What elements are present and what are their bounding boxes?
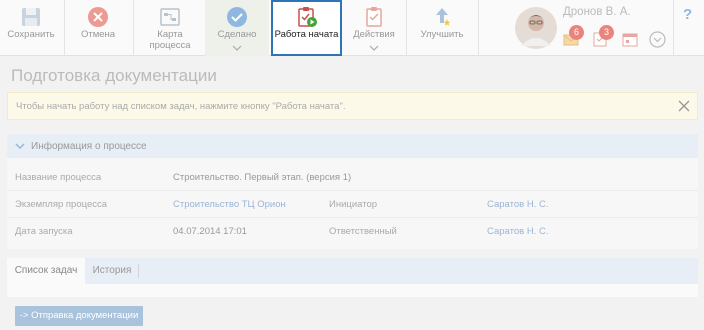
close-icon[interactable] <box>677 99 691 113</box>
divider <box>406 0 407 56</box>
process-info-panel: Информация о процессе Название процесса … <box>7 134 698 249</box>
process-map-icon <box>160 8 180 26</box>
save-icon <box>22 8 40 26</box>
info-row: Экземпляр процесса Строительство ТЦ Орио… <box>7 191 698 218</box>
process-info-header[interactable]: Информация о процессе <box>7 134 698 158</box>
chevron-down-icon <box>232 45 242 51</box>
row-label: Инициатор <box>329 199 378 210</box>
row-label: Ответственный <box>329 226 397 237</box>
done-button[interactable]: Сделано <box>205 0 269 56</box>
cancel-button[interactable]: Отмена <box>66 0 130 56</box>
tab-history[interactable]: История <box>87 258 137 284</box>
messages-badge: 6 <box>569 25 584 40</box>
cancel-label: Отмена <box>80 29 116 40</box>
page-title: Подготовка документации <box>11 66 217 85</box>
tab-content <box>7 284 698 297</box>
done-label: Сделано <box>217 29 257 40</box>
actions-button[interactable]: Действия <box>344 0 404 56</box>
clipboard-play-icon <box>297 7 317 27</box>
improve-arrow-star-icon <box>436 8 451 26</box>
close-circle-icon <box>88 7 108 27</box>
check-circle-icon <box>227 7 247 27</box>
toolbar: Сохранить Отмена Карта процесса Сделано <box>0 0 704 56</box>
tasks-badge: 3 <box>599 25 614 40</box>
tab-bar: Список задач История <box>7 258 698 284</box>
row-label: Экземпляр процесса <box>15 199 108 210</box>
process-info-title: Информация о процессе <box>31 141 147 152</box>
chevron-down-icon <box>369 45 379 51</box>
expand-circle-icon[interactable] <box>649 31 666 48</box>
row-label: Дата запуска <box>15 226 73 237</box>
divider <box>138 264 139 278</box>
divider <box>64 0 65 56</box>
user-name[interactable]: Дронов В. А. <box>563 6 631 18</box>
improve-label: Улучшить <box>420 29 464 40</box>
process-instance-link[interactable]: Строительство ТЦ Орион <box>173 199 286 210</box>
divider <box>478 0 479 56</box>
clipboard-check-icon <box>366 7 382 27</box>
save-label: Сохранить <box>7 29 55 40</box>
row-label: Название процесса <box>15 172 102 183</box>
notice-text: Чтобы начать работу над списком задач, н… <box>16 101 346 112</box>
initiator-link[interactable]: Саратов Н. С. <box>487 199 548 210</box>
responsible-link[interactable]: Саратов Н. С. <box>487 226 548 237</box>
info-row: Название процесса Строительство. Первый … <box>7 164 698 191</box>
calendar-icon[interactable] <box>622 31 638 47</box>
row-value: 04.07.2014 17:01 <box>173 226 247 237</box>
process-map-button[interactable]: Карта процесса <box>136 0 204 56</box>
improve-button[interactable]: Улучшить <box>410 0 474 56</box>
work-started-button[interactable]: Работа начата <box>271 0 342 56</box>
info-row: Дата запуска 04.07.2014 17:01 Ответствен… <box>7 218 698 245</box>
divider <box>133 0 134 56</box>
actions-label: Действия <box>353 29 395 40</box>
notice-banner: Чтобы начать работу над списком задач, н… <box>7 92 698 120</box>
save-button[interactable]: Сохранить <box>0 0 62 56</box>
tab-task-list[interactable]: Список задач <box>7 258 85 284</box>
work-started-label: Работа начата <box>274 29 339 40</box>
process-map-label: Карта процесса <box>149 29 191 51</box>
chevron-down-icon <box>15 143 25 150</box>
user-avatar[interactable] <box>513 6 559 50</box>
row-value: Строительство. Первый этап. (версия 1) <box>173 172 352 183</box>
divider <box>673 0 674 56</box>
send-documentation-button[interactable]: -> Отправка документации <box>15 306 143 326</box>
help-button[interactable]: ? <box>683 6 692 23</box>
